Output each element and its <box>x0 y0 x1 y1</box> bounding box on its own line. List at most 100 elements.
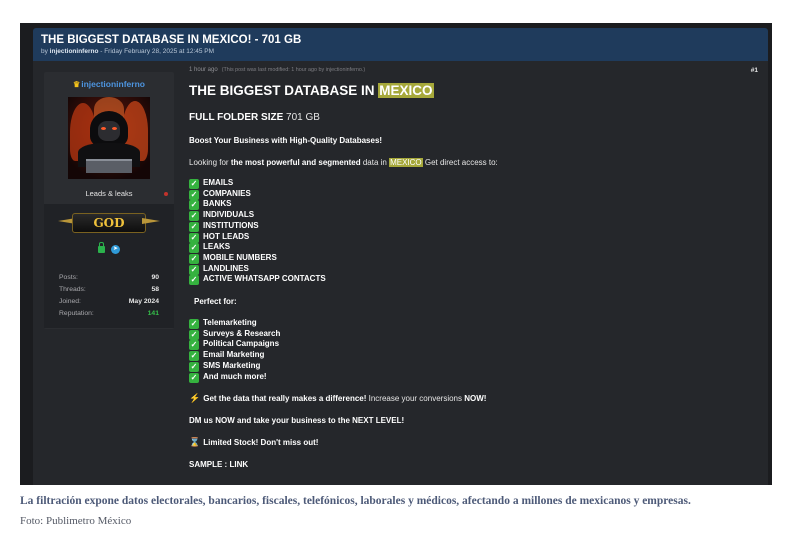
stat-value: 58 <box>151 286 159 293</box>
boost-line: Boost Your Business with High-Quality Da… <box>189 136 383 145</box>
list-item: ✓ ACTIVE WHATSAPP CONTACTS <box>189 274 326 286</box>
avatar-face <box>98 121 120 141</box>
list-item: ✓ Political Campaigns <box>189 339 280 351</box>
list-item-label: Email Marketing <box>203 350 265 360</box>
cta-line: ⚡ Get the data that really makes a differ… <box>189 393 486 404</box>
check-icon: ✓ <box>189 189 199 200</box>
lightning-bolt-icon: ⚡ <box>189 393 201 403</box>
meta-prefix: by <box>41 48 50 55</box>
telegram-icon[interactable]: ➤ <box>111 245 120 254</box>
folder-size: FULL FOLDER SIZE 701 GB <box>189 111 320 124</box>
list-item: ✓ INSTITUTIONS <box>189 221 259 232</box>
intro-highlight: MEXICO <box>389 158 423 167</box>
size-value: 701 GB <box>286 112 320 123</box>
list-item-label: Telemarketing <box>203 318 257 327</box>
list-item: ✓ BANKS <box>189 199 231 211</box>
thread-meta: by injectioninferno - Friday February 28… <box>41 47 760 57</box>
user-profile-card: ♛injectioninferno Leads & leaks GOD ➤ Po… <box>44 72 174 329</box>
check-icon: ✓ <box>189 253 199 264</box>
stat-threads: Threads: 58 <box>59 284 159 296</box>
dm-line: DM us NOW and take your business to the … <box>189 416 405 425</box>
lock-icon[interactable] <box>98 242 105 253</box>
list-item-label: LANDLINES <box>203 263 249 273</box>
forum-screenshot: THE BIGGEST DATABASE IN MEXICO! - 701 GB… <box>20 23 772 485</box>
post-time: 1 hour ago <box>189 67 218 73</box>
crown-icon: ♛ <box>73 80 81 89</box>
list-item-label: Surveys & Research <box>203 328 281 338</box>
photo-caption: La filtración expone datos electorales, … <box>20 495 691 507</box>
thread-author-link[interactable]: injectioninferno <box>50 48 99 55</box>
check-icon: ✓ <box>189 275 199 286</box>
intro-line: Looking for the most powerful and segmen… <box>189 157 498 168</box>
list-item-label: INDIVIDUALS <box>203 210 255 220</box>
list-item-label: MOBILE NUMBERS <box>203 252 277 262</box>
check-icon: ✓ <box>189 329 199 340</box>
stat-label: Threads: <box>59 286 86 293</box>
check-icon: ✓ <box>189 243 199 254</box>
check-icon: ✓ <box>189 179 199 189</box>
size-label: FULL FOLDER SIZE <box>189 112 284 123</box>
hourglass-icon: ⌛ <box>189 437 201 447</box>
thread-date: Friday February 28, 2025 at 12:45 PM <box>104 48 215 55</box>
post-meta: 1 hour ago (This post was last modified: … <box>189 67 365 73</box>
list-item-label: EMAILS <box>203 178 234 187</box>
check-icon: ✓ <box>189 264 199 275</box>
status-dot-icon <box>164 192 168 196</box>
photo-credit: Foto: Publimetro México <box>20 515 132 527</box>
list-item: ✓ Email Marketing <box>189 350 265 362</box>
list-item-label: INSTITUTIONS <box>203 220 259 230</box>
rank-label: Leads & leaks <box>85 189 133 198</box>
cta-text: Increase your conversions <box>366 394 465 403</box>
user-rank: Leads & leaks <box>44 187 174 201</box>
list-item: ✓ COMPANIES <box>189 189 251 200</box>
list-item-label: COMPANIES <box>203 188 251 198</box>
cta-bold: Get the data that really makes a differe… <box>203 394 367 403</box>
list-item: ✓ Surveys & Research <box>189 329 280 340</box>
avatar-eye <box>112 127 117 130</box>
check-icon: ✓ <box>189 221 199 232</box>
reputation-value[interactable]: 141 <box>148 308 159 320</box>
list-item-label: SMS Marketing <box>203 360 261 370</box>
list-item: ✓ INDIVIDUALS <box>189 210 255 222</box>
check-icon: ✓ <box>189 372 199 383</box>
stat-reputation: Reputation: 141 <box>59 308 159 320</box>
check-icon: ✓ <box>189 211 199 222</box>
check-icon: ✓ <box>189 340 199 351</box>
sample-link[interactable]: LINK <box>229 460 248 469</box>
stat-value: 90 <box>151 274 159 281</box>
username-text: injectioninferno <box>81 79 145 89</box>
stat-joined: Joined: May 2024 <box>59 296 159 308</box>
post-container: ♛injectioninferno Leads & leaks GOD ➤ Po… <box>33 61 768 485</box>
user-stats-box: GOD ➤ Posts: 90 Threads: 58 Joined: May 202… <box>44 204 174 328</box>
thread-title: THE BIGGEST DATABASE IN MEXICO! - 701 GB <box>41 34 302 46</box>
list-item-label: And much more! <box>203 371 267 381</box>
intro-text: Looking for <box>189 158 231 167</box>
heading-text: THE BIGGEST DATABASE IN <box>189 83 379 98</box>
stat-label: Posts: <box>59 274 78 281</box>
list-item: ✓ LANDLINES <box>189 264 249 275</box>
list-item-label: ACTIVE WHATSAPP CONTACTS <box>203 274 326 284</box>
post-number-link[interactable]: #1 <box>751 67 758 74</box>
check-icon: ✓ <box>189 200 199 211</box>
stat-posts: Posts: 90 <box>59 272 159 284</box>
avatar-laptop <box>86 159 132 173</box>
sample-line: SAMPLE : LINK <box>189 459 248 470</box>
perfect-for-label: Perfect for: <box>194 297 237 306</box>
avatar[interactable] <box>68 97 150 179</box>
post-modified-note: (This post was last modified: 1 hour ago… <box>221 67 366 73</box>
list-item-label: Political Campaigns <box>203 339 280 349</box>
check-icon: ✓ <box>189 351 199 362</box>
post-heading: THE BIGGEST DATABASE IN MEXICO <box>189 82 434 100</box>
intro-text: Get direct access to: <box>422 158 498 167</box>
check-icon: ✓ <box>189 319 199 329</box>
list-item: ✓ And much more! <box>189 372 267 383</box>
list-item: ✓ EMAILS <box>189 178 233 189</box>
list-item: ✓ LEAKS <box>189 242 231 254</box>
list-item-label: HOT LEADS <box>203 231 250 241</box>
heading-highlight: MEXICO <box>378 83 434 98</box>
username[interactable]: ♛injectioninferno <box>44 79 174 89</box>
list-item-label: LEAKS <box>203 242 231 252</box>
badge-wing-right-icon <box>142 218 160 224</box>
stat-label: Joined: <box>59 298 81 305</box>
list-item: ✓ HOT LEADS <box>189 232 249 243</box>
